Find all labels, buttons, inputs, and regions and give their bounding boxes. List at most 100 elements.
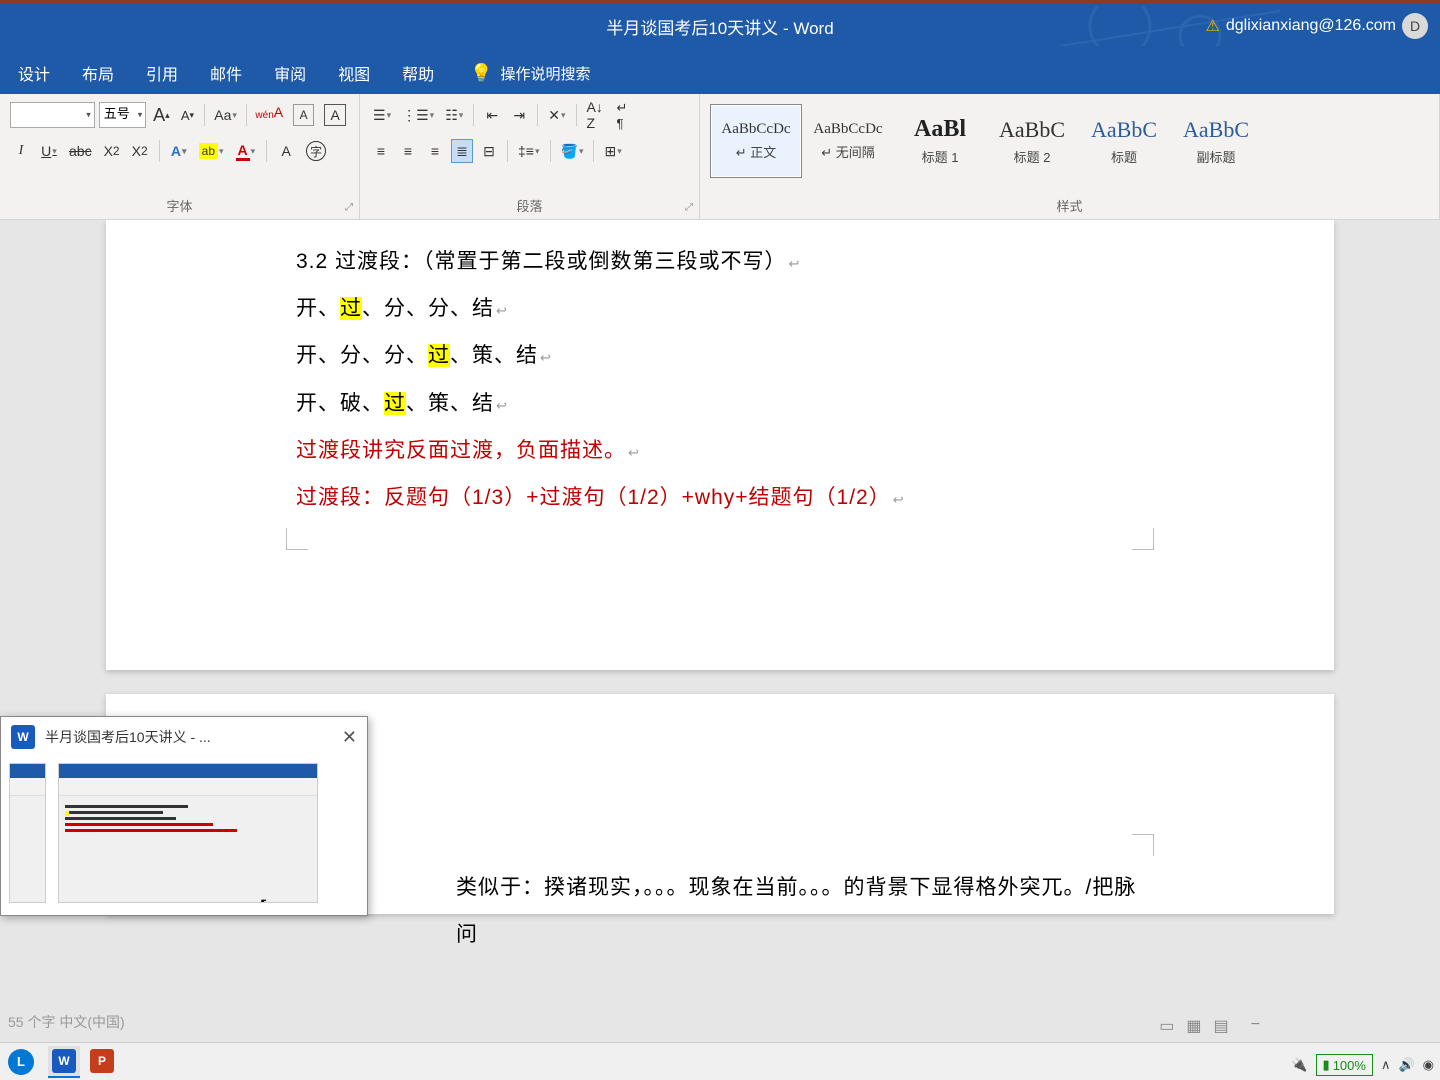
align-left-button[interactable]: ≡ [370,139,392,163]
style-heading2[interactable]: AaBbC 标题 2 [986,104,1078,178]
phonetic-guide-button[interactable]: wénA [253,103,286,127]
style-normal[interactable]: AaBbCcDc ↵ 正文 [710,104,802,178]
font-color-button[interactable]: A▾ [233,139,259,163]
decrease-indent-button[interactable]: ⇤ [481,103,503,127]
bullets-button[interactable]: ☰▾ [370,103,394,127]
paragraph-dialog-launcher[interactable]: ⤢ [685,202,693,213]
tab-help[interactable]: 帮助 [402,61,434,85]
ribbon: ▾ 五号▾ A▴ A▾ Aa▾ wénA A A I U▾ abc X2 X2 … [0,94,1440,220]
taskbar: L W P [0,1042,1440,1080]
style-title[interactable]: AaBbC 标题 [1078,104,1170,178]
tray-chevron-icon[interactable]: ∧ [1381,1057,1391,1073]
increase-indent-button[interactable]: ⇥ [508,103,530,127]
font-family-select[interactable]: ▾ [10,102,95,128]
page-corner-br [1132,528,1154,550]
preview-thumbnail-1[interactable] [9,763,46,903]
tab-layout[interactable]: 布局 [82,61,114,85]
strikethrough-button[interactable]: abc [66,139,95,163]
borders-button[interactable]: ⊞▾ [601,139,624,163]
doc-line-2: 开、过、分、分、结↩ [296,285,1144,332]
tab-references[interactable]: 引用 [146,61,178,85]
increase-font-button[interactable]: A▴ [150,103,172,127]
multilevel-list-button[interactable]: ☷▾ [442,103,466,127]
taskbar-preview-popup: W 半月谈国考后10天讲义 - ... ✕ ↖ [0,716,368,916]
doc-line-6: 过渡段：反题句（1/3）+过渡句（1/2）+why+结题句（1/2）↩ [296,474,1144,521]
doc-line-4: 开、破、过、策、结↩ [296,380,1144,427]
doc-line-1: 3.2 过渡段：（常置于第二段或倒数第三段或不写）↩ [296,238,1144,285]
web-layout-button[interactable]: ▤ [1214,1016,1229,1036]
preview-close-button[interactable]: ✕ [342,727,357,748]
view-buttons: ▭ ▦ ▤ − [1159,1016,1260,1036]
system-tray: 🔌 ▮ 100% ∧ 🔊 ◉ [1291,1054,1434,1076]
doc-line-page2: 类似于：揆诸现实，。。。现象在当前。。。的背景下显得格外突兀。/把脉问 [456,864,1144,958]
document-area[interactable]: 3.2 过渡段：（常置于第二段或倒数第三段或不写）↩ 开、过、分、分、结↩ 开、… [0,220,1440,1040]
text-effects-button[interactable]: A▾ [168,139,190,163]
doc-line-5: 过渡段讲究反面过渡，负面描述。↩ [296,427,1144,474]
italic-button[interactable]: I [10,139,32,163]
paragraph-group: ☰▾ ⋮☰▾ ☷▾ ⇤ ⇥ ✕▾ A↓Z ↵¶ ≡ ≡ ≡ ≣ ⊟ ‡≡▾ 🪣▾… [360,94,700,219]
page-1[interactable]: 3.2 过渡段：（常置于第二段或倒数第三段或不写）↩ 开、过、分、分、结↩ 开、… [106,220,1334,670]
word-app-icon: W [11,725,35,749]
styles-gallery: AaBbCcDc ↵ 正文 AaBbCcDc ↵ 无间隔 AaBl 标题 1 A… [710,104,1429,188]
justify-button[interactable]: ≣ [451,139,473,163]
ribbon-tabs: 设计 布局 引用 邮件 审阅 视图 帮助 💡 操作说明搜索 [0,52,1440,94]
status-bar-text: 55 个字 中文(中国) [0,1008,133,1036]
tab-mailings[interactable]: 邮件 [210,61,242,85]
line-spacing-button[interactable]: ‡≡▾ [515,139,543,163]
style-heading1[interactable]: AaBl 标题 1 [894,104,986,178]
font-size-select[interactable]: 五号▾ [99,102,146,128]
document-title: 半月谈国考后10天讲义 - Word [606,14,833,39]
print-layout-button[interactable]: ▦ [1186,1016,1201,1036]
char-shading-button[interactable]: A [275,139,297,163]
doc-line-3: 开、分、分、过、策、结↩ [296,332,1144,379]
font-group: ▾ 五号▾ A▴ A▾ Aa▾ wénA A A I U▾ abc X2 X2 … [0,94,360,219]
show-marks-button[interactable]: ↵¶ [611,103,633,127]
paragraph-group-label: 段落 [360,196,699,215]
cursor-icon: ↖ [259,894,272,903]
tab-view[interactable]: 视图 [338,61,370,85]
tell-me-search[interactable]: 💡 操作说明搜索 [470,63,590,84]
enclose-char-button[interactable]: 字 [303,139,329,163]
tab-design[interactable]: 设计 [18,61,50,85]
style-subtitle[interactable]: AaBbC 副标题 [1170,104,1262,178]
battery-indicator[interactable]: ▮ 100% [1316,1054,1373,1076]
tell-me-label: 操作说明搜索 [501,63,591,84]
wifi-icon[interactable]: ◉ [1423,1057,1434,1073]
align-right-button[interactable]: ≡ [424,139,446,163]
warning-icon: ⚠ [1206,16,1220,36]
page-corner-bl [286,528,308,550]
title-bar: 半月谈国考后10天讲义 - Word ⚠ dglixianxiang@126.c… [0,0,1440,52]
zoom-out-button[interactable]: − [1251,1016,1260,1036]
font-dialog-launcher[interactable]: ⤢ [345,202,353,213]
user-avatar[interactable]: D [1402,13,1428,39]
page-corner-tr [1132,834,1154,856]
shading-button[interactable]: 🪣▾ [558,139,587,163]
align-center-button[interactable]: ≡ [397,139,419,163]
superscript-button[interactable]: X2 [129,139,151,163]
font-group-label: 字体 [0,196,359,215]
tab-review[interactable]: 审阅 [274,61,306,85]
sort-button[interactable]: A↓Z [584,103,606,127]
sound-icon[interactable]: 🔊 [1398,1057,1414,1073]
taskbar-word[interactable]: W [48,1046,80,1078]
numbering-button[interactable]: ⋮☰▾ [399,103,437,127]
change-case-button[interactable]: Aa▾ [211,103,239,127]
highlight-button[interactable]: ab▾ [196,139,227,163]
taskbar-powerpoint[interactable]: P [86,1046,118,1078]
decrease-font-button[interactable]: A▾ [176,103,198,127]
read-mode-button[interactable]: ▭ [1159,1016,1174,1036]
clear-formatting-button[interactable]: A [290,103,318,127]
user-email[interactable]: dglixianxiang@126.com [1226,17,1396,35]
styles-group: AaBbCcDc ↵ 正文 AaBbCcDc ↵ 无间隔 AaBl 标题 1 A… [700,94,1440,219]
style-no-spacing[interactable]: AaBbCcDc ↵ 无间隔 [802,104,894,178]
preview-thumbnail-2[interactable]: ↖ [58,763,318,903]
asian-layout-button[interactable]: ✕▾ [545,103,568,127]
subscript-button[interactable]: X2 [101,139,123,163]
plug-icon[interactable]: 🔌 [1291,1057,1307,1073]
user-area: ⚠ dglixianxiang@126.com D [1206,13,1428,39]
styles-group-label: 样式 [700,196,1439,215]
underline-button[interactable]: U▾ [38,139,60,163]
language-indicator[interactable]: L [8,1049,34,1075]
distributed-button[interactable]: ⊟ [478,139,500,163]
char-border-button[interactable]: A [321,103,349,127]
